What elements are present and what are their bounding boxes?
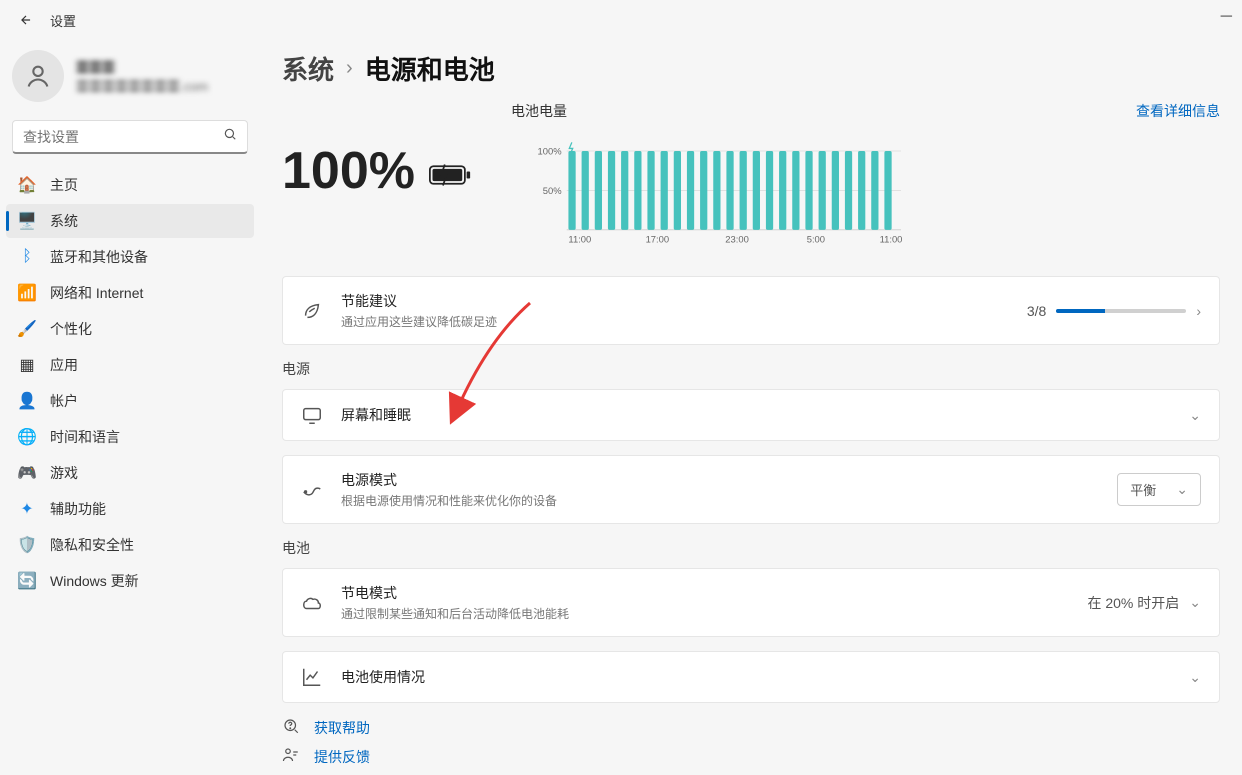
section-power-label: 电源 xyxy=(282,359,1220,379)
breadcrumb-current: 电源和电池 xyxy=(365,50,495,87)
card-subtitle: 根据电源使用情况和性能来优化你的设备 xyxy=(341,492,1099,509)
sidebar-item-label: 网络和 Internet xyxy=(50,283,143,303)
sidebar-item-apps[interactable]: ▦ 应用 xyxy=(6,348,254,382)
sidebar-item-label: 隐私和安全性 xyxy=(50,535,134,555)
sidebar-item-time[interactable]: 🌐 时间和语言 xyxy=(6,420,254,454)
sidebar-item-network[interactable]: 📶 网络和 Internet xyxy=(6,276,254,310)
sidebar-item-label: 蓝牙和其他设备 xyxy=(50,247,148,267)
apps-icon: ▦ xyxy=(18,356,36,374)
power-mode-select[interactable]: 平衡 ⌄ xyxy=(1117,473,1201,506)
sidebar-item-label: 系统 xyxy=(50,211,78,231)
help-icon xyxy=(282,717,300,738)
chevron-right-icon: › xyxy=(1196,303,1201,319)
energy-recommendations-card[interactable]: 节能建议 通过应用这些建议降低碳足迹 3/8 › xyxy=(282,276,1220,345)
card-title: 节电模式 xyxy=(341,583,1069,603)
chart-line-icon xyxy=(301,666,323,688)
card-title: 电源模式 xyxy=(341,470,1099,490)
feedback-icon xyxy=(282,746,300,767)
power-mode-value: 平衡 xyxy=(1130,480,1156,499)
y-tick-50: 50% xyxy=(543,185,562,196)
card-title: 电池使用情况 xyxy=(341,667,1171,687)
sidebar-item-gaming[interactable]: 🎮 游戏 xyxy=(6,456,254,490)
leaf-icon xyxy=(301,300,323,322)
x-tick: 17:00 xyxy=(646,234,670,245)
x-tick: 11:00 xyxy=(568,234,591,245)
battery-saver-icon xyxy=(301,592,323,614)
search-input[interactable] xyxy=(23,129,223,145)
accounts-icon: 👤 xyxy=(18,392,36,410)
power-mode-card[interactable]: 电源模式 根据电源使用情况和性能来优化你的设备 平衡 ⌄ xyxy=(282,455,1220,524)
card-title: 节能建议 xyxy=(341,291,1009,311)
breadcrumb: 系统 › 电源和电池 xyxy=(282,50,1220,87)
chevron-right-icon: › xyxy=(346,57,353,80)
sidebar-item-bluetooth[interactable]: ᛒ 蓝牙和其他设备 xyxy=(6,240,254,274)
power-mode-icon xyxy=(301,479,323,501)
battery-saver-card[interactable]: 节电模式 通过限制某些通知和后台活动降低电池能耗 在 20% 时开启 ⌄ xyxy=(282,568,1220,637)
battery-percent: 100% xyxy=(282,141,415,201)
sidebar-item-accounts[interactable]: 👤 帐户 xyxy=(6,384,254,418)
search-icon xyxy=(223,127,237,146)
card-subtitle: 通过应用这些建议降低碳足迹 xyxy=(341,313,1009,330)
battery-icon xyxy=(429,141,471,201)
sidebar-item-label: Windows 更新 xyxy=(50,571,139,591)
sidebar-item-label: 帐户 xyxy=(50,391,78,411)
search-input-wrap[interactable] xyxy=(12,120,248,154)
chevron-down-icon: ⌄ xyxy=(1189,407,1201,424)
card-title: 屏幕和睡眠 xyxy=(341,405,1171,425)
screen-sleep-icon xyxy=(301,404,323,426)
sidebar-item-update[interactable]: 🔄 Windows 更新 xyxy=(6,564,254,598)
chevron-down-icon: ⌄ xyxy=(1189,669,1201,686)
x-tick: 5:00 xyxy=(807,234,825,245)
sidebar-item-system[interactable]: 🖥️ 系统 xyxy=(6,204,254,238)
time-icon: 🌐 xyxy=(18,428,36,446)
battery-usage-card[interactable]: 电池使用情况 ⌄ xyxy=(282,651,1220,703)
battery-saver-value: 在 20% 时开启 xyxy=(1087,593,1179,613)
update-icon: 🔄 xyxy=(18,572,36,590)
sidebar-item-label: 个性化 xyxy=(50,319,92,339)
sidebar-item-label: 辅助功能 xyxy=(50,499,106,519)
sidebar-item-label: 游戏 xyxy=(50,463,78,483)
sidebar-item-accessibility[interactable]: ✦ 辅助功能 xyxy=(6,492,254,526)
y-tick-100: 100% xyxy=(538,145,563,156)
sidebar-item-label: 应用 xyxy=(50,355,78,375)
sidebar-item-home[interactable]: 🏠 主页 xyxy=(6,168,254,202)
avatar xyxy=(12,50,64,102)
personalize-icon: 🖌️ xyxy=(18,320,36,338)
back-button[interactable] xyxy=(12,6,40,34)
accessibility-icon: ✦ xyxy=(18,500,36,518)
get-help-link[interactable]: 获取帮助 xyxy=(314,718,370,738)
sidebar-item-label: 主页 xyxy=(50,175,78,195)
x-tick: 11:00 xyxy=(880,234,903,245)
chevron-down-icon: ⌄ xyxy=(1176,481,1188,498)
chart-title: 电池电量 xyxy=(511,101,567,121)
system-icon: 🖥️ xyxy=(18,212,36,230)
sidebar-item-personalize[interactable]: 🖌️ 个性化 xyxy=(6,312,254,346)
chevron-down-icon: ⌄ xyxy=(1189,594,1201,611)
bluetooth-icon: ᛒ xyxy=(18,248,36,266)
gaming-icon: 🎮 xyxy=(18,464,36,482)
breadcrumb-parent[interactable]: 系统 xyxy=(282,50,334,87)
section-battery-label: 电池 xyxy=(282,538,1220,558)
user-email: 〓〓〓〓〓〓〓〓.com xyxy=(76,76,208,95)
card-subtitle: 通过限制某些通知和后台活动降低电池能耗 xyxy=(341,605,1069,622)
home-icon: 🏠 xyxy=(18,176,36,194)
sidebar-item-privacy[interactable]: 🛡️ 隐私和安全性 xyxy=(6,528,254,562)
feedback-link[interactable]: 提供反馈 xyxy=(314,747,370,767)
user-profile[interactable]: 〓〓〓 〓〓〓〓〓〓〓〓.com xyxy=(6,40,254,120)
privacy-icon: 🛡️ xyxy=(18,536,36,554)
x-tick: 23:00 xyxy=(725,234,749,245)
energy-ratio: 3/8 xyxy=(1027,303,1046,319)
battery-level-chart: 100% 50% 11:00 17:00 23:00 5:00 11:00 xyxy=(511,127,931,247)
minimize-button[interactable]: ─ xyxy=(1221,8,1232,26)
sidebar-item-label: 时间和语言 xyxy=(50,427,120,447)
user-name: 〓〓〓 xyxy=(76,57,208,76)
chart-details-link[interactable]: 查看详细信息 xyxy=(1136,101,1220,121)
screen-sleep-card[interactable]: 屏幕和睡眠 ⌄ xyxy=(282,389,1220,441)
app-title: 设置 xyxy=(50,11,76,30)
wifi-icon: 📶 xyxy=(18,284,36,302)
energy-progress xyxy=(1056,309,1186,313)
